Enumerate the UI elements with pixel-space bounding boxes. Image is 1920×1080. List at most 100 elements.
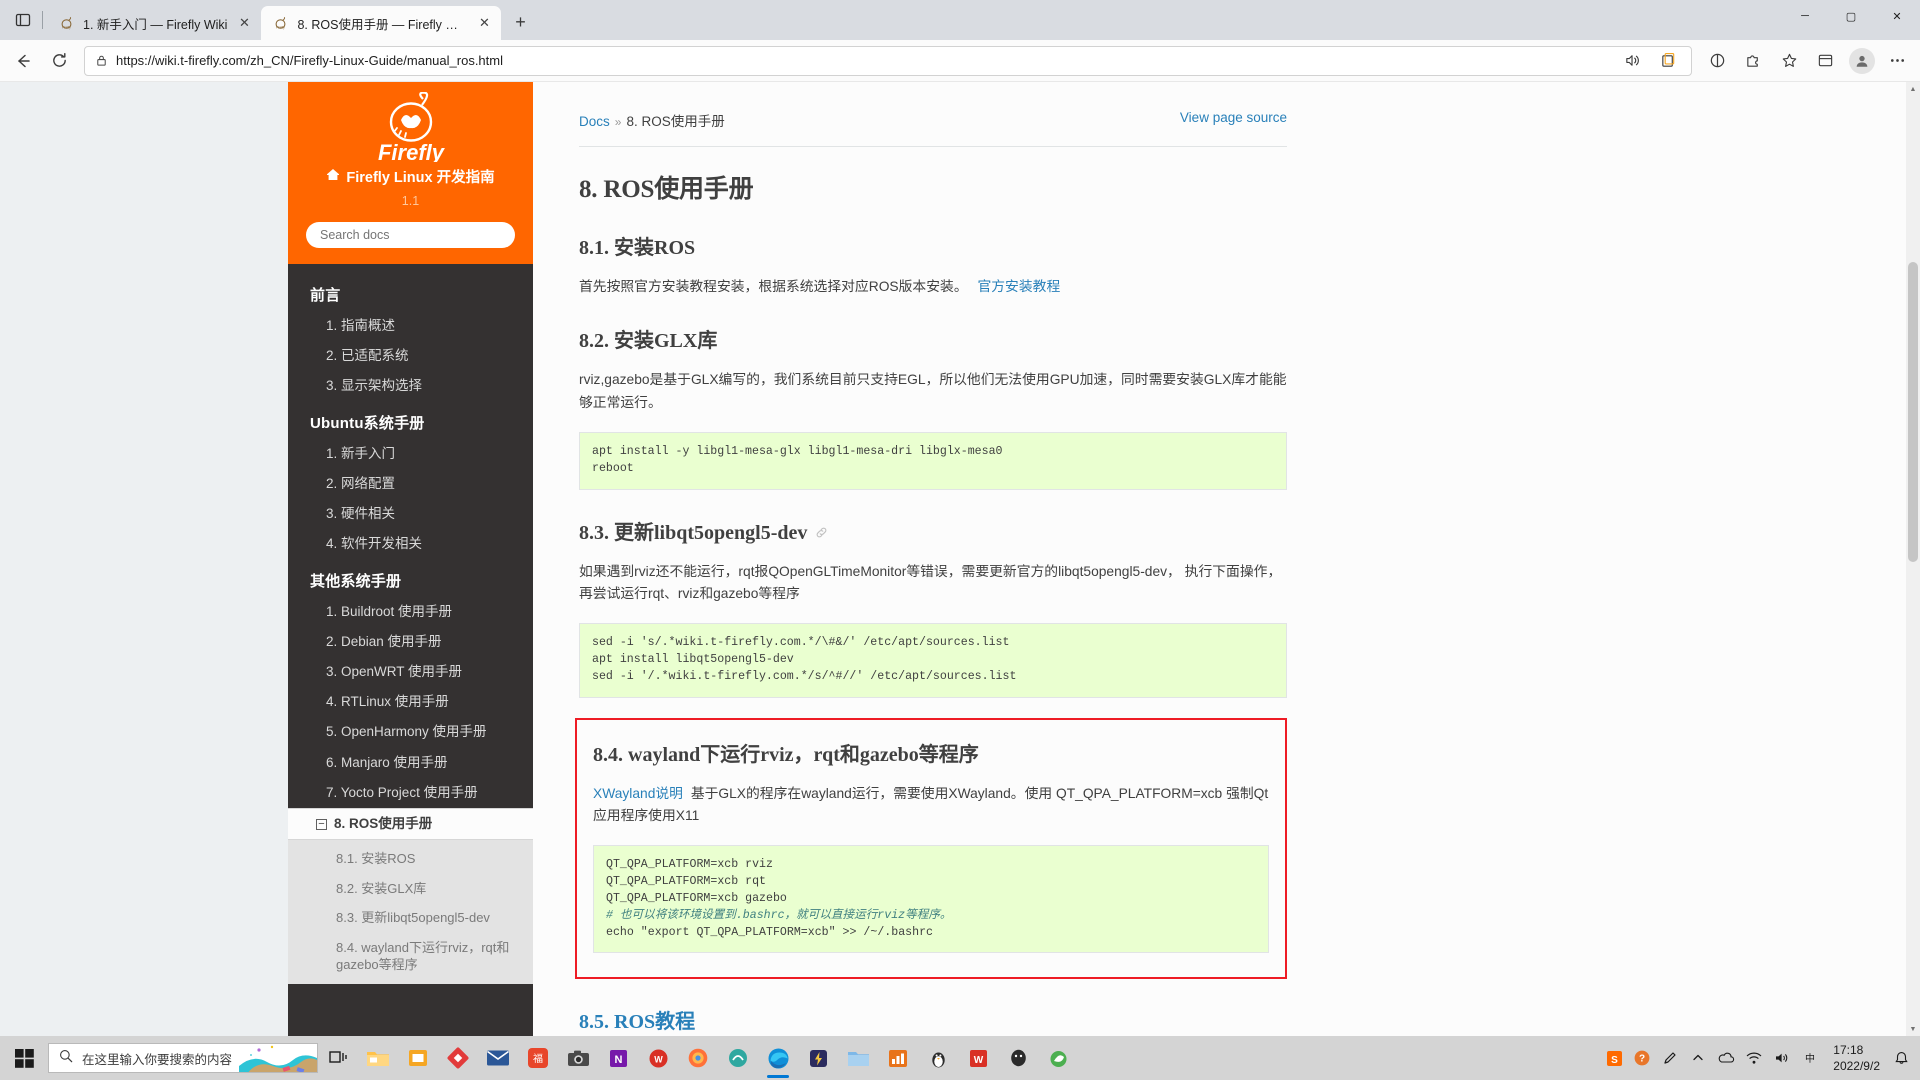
- scroll-down-arrow-icon[interactable]: ▼: [1906, 1022, 1920, 1036]
- add-to-collections-icon[interactable]: [1651, 45, 1685, 77]
- sidebar-item-supported-systems[interactable]: 2. 已适配系统: [288, 341, 533, 371]
- onenote-icon[interactable]: N: [598, 1036, 638, 1080]
- sidebar-item-ros-manual-label: 8. ROS使用手册: [334, 816, 433, 832]
- address-bar[interactable]: https://wiki.t-firefly.com/zh_CN/Firefly…: [84, 45, 1692, 77]
- sidebar-item-network-config[interactable]: 2. 网络配置: [288, 469, 533, 499]
- wps-office-icon[interactable]: W: [958, 1036, 998, 1080]
- mail-icon[interactable]: [478, 1036, 518, 1080]
- tab-actions-icon[interactable]: [6, 3, 40, 37]
- firefly-logo-icon[interactable]: Firefly: [288, 92, 533, 162]
- wps-icon[interactable]: W: [638, 1036, 678, 1080]
- svg-text:Firefly: Firefly: [377, 140, 445, 162]
- back-icon[interactable]: [6, 45, 40, 77]
- camera-icon[interactable]: [558, 1036, 598, 1080]
- code-block-libqt5-update[interactable]: sed -i 's/.*wiki.t-firefly.com.*/\#&/' /…: [579, 623, 1287, 698]
- sidebar-item-getting-started[interactable]: 1. 新手入门: [288, 439, 533, 469]
- reload-icon[interactable]: [42, 45, 76, 77]
- scroll-up-arrow-icon[interactable]: ▲: [1906, 82, 1920, 96]
- xwayland-doc-link[interactable]: XWayland说明: [593, 786, 683, 801]
- start-button[interactable]: [4, 1036, 44, 1080]
- qq-icon[interactable]: [998, 1036, 1038, 1080]
- onedrive-icon[interactable]: [1713, 1036, 1739, 1080]
- collections-icon[interactable]: [1808, 45, 1842, 77]
- svg-text:Firefly: Firefly: [62, 26, 71, 30]
- breadcrumb-current: 8. ROS使用手册: [626, 114, 725, 129]
- edge-browser-icon[interactable]: [758, 1036, 798, 1080]
- wechat-work-icon[interactable]: 福: [518, 1036, 558, 1080]
- browser-tab-1[interactable]: Firefly 1. 新手入门 — Firefly Wiki ✕: [47, 6, 261, 40]
- sidebar-item-rtlinux[interactable]: 4. RTLinux 使用手册: [288, 687, 533, 717]
- window-close-button[interactable]: ✕: [1874, 0, 1920, 32]
- sidebar-brand[interactable]: Firefly Linux 开发指南: [288, 166, 533, 187]
- window-minimize-button[interactable]: ─: [1782, 0, 1828, 32]
- volume-icon[interactable]: [1769, 1036, 1795, 1080]
- heading-8-5-link[interactable]: 8.5. ROS教程: [579, 1005, 695, 1034]
- search-docs-input[interactable]: [306, 222, 515, 248]
- show-hidden-icons-chevron[interactable]: [1685, 1036, 1711, 1080]
- new-tab-button[interactable]: +: [505, 7, 535, 37]
- app-green-leaf-icon[interactable]: [1038, 1036, 1078, 1080]
- highlighted-section-8-4: 8.4. wayland下运行rviz，rqt和gazebo等程序 XWayla…: [575, 717, 1287, 980]
- sidebar-subitem-install-glx[interactable]: 8.2. 安装GLX库: [288, 874, 533, 904]
- task-view-icon[interactable]: [318, 1036, 358, 1080]
- headerlink-icon[interactable]: [815, 526, 828, 544]
- sidebar-item-software-dev[interactable]: 4. 软件开发相关: [288, 529, 533, 559]
- sidebar-item-buildroot[interactable]: 1. Buildroot 使用手册: [288, 597, 533, 627]
- folder-blue-icon[interactable]: [838, 1036, 878, 1080]
- app-orange-chart-icon[interactable]: [878, 1036, 918, 1080]
- notification-center-icon[interactable]: [1890, 1036, 1912, 1080]
- app-lightning-icon[interactable]: [798, 1036, 838, 1080]
- code-block-glx-install[interactable]: apt install -y libgl1-mesa-glx libgl1-me…: [579, 432, 1287, 490]
- view-page-source-link[interactable]: View page source: [1180, 110, 1287, 125]
- sidebar-item-display-arch[interactable]: 3. 显示架构选择: [288, 371, 533, 401]
- code-line: echo "export QT_QPA_PLATFORM=xcb" >> /~/…: [606, 925, 933, 939]
- sidebar-item-openharmony[interactable]: 5. OpenHarmony 使用手册: [288, 717, 533, 747]
- tab-2-close-icon[interactable]: ✕: [475, 14, 493, 32]
- sidebar-item-hardware[interactable]: 3. 硬件相关: [288, 499, 533, 529]
- app-teal-icon[interactable]: [718, 1036, 758, 1080]
- tab-1-close-icon[interactable]: ✕: [235, 14, 253, 32]
- page-viewport: Firefly Firefly Linux 开发指南 1.1 前言 1. 指南概: [0, 82, 1920, 1036]
- collapse-toggle-icon[interactable]: −: [316, 819, 327, 831]
- sidebar-subitem-update-libqt5[interactable]: 8.3. 更新libqt5opengl5-dev: [288, 903, 533, 933]
- sogou-input-icon[interactable]: S: [1601, 1036, 1627, 1080]
- page-scrollbar[interactable]: ▲ ▼: [1906, 82, 1920, 1036]
- network-icon[interactable]: [1741, 1036, 1767, 1080]
- lock-icon: [91, 54, 108, 67]
- sidebar-item-ros-manual[interactable]: −8. ROS使用手册: [288, 808, 533, 841]
- sidebar-subnav: 8.1. 安装ROS 8.2. 安装GLX库 8.3. 更新libqt5open…: [288, 840, 533, 985]
- browser-tab-2[interactable]: Firefly 8. ROS使用手册 — Firefly Wiki ✕: [261, 6, 502, 40]
- input-method-icon[interactable]: 中: [1797, 1036, 1823, 1080]
- profile-button[interactable]: [1844, 45, 1878, 77]
- sidebar-subitem-wayland-rviz[interactable]: 8.4. wayland下运行rviz，rqt和gazebo等程序: [288, 933, 533, 980]
- sidebar-item-openwrt[interactable]: 3. OpenWRT 使用手册: [288, 657, 533, 687]
- sidebar-subitem-install-ros[interactable]: 8.1. 安装ROS: [288, 844, 533, 874]
- favorites-icon[interactable]: [1772, 45, 1806, 77]
- scrollbar-thumb[interactable]: [1908, 262, 1918, 562]
- windows-store-icon[interactable]: [398, 1036, 438, 1080]
- sidebar-item-yocto[interactable]: 7. Yocto Project 使用手册: [288, 778, 533, 808]
- clock-date: 2022/9/2: [1833, 1059, 1880, 1073]
- sidebar-item-debian[interactable]: 2. Debian 使用手册: [288, 627, 533, 657]
- breadcrumb-home-link[interactable]: Docs: [579, 114, 610, 129]
- settings-and-more-icon[interactable]: [1880, 45, 1914, 77]
- read-aloud-icon[interactable]: [1615, 45, 1649, 77]
- pen-tray-icon[interactable]: [1657, 1036, 1683, 1080]
- penguin-icon[interactable]: [918, 1036, 958, 1080]
- taskbar-clock[interactable]: 17:18 2022/9/2: [1825, 1042, 1888, 1074]
- help-circle-icon[interactable]: ?: [1629, 1036, 1655, 1080]
- window-maximize-button[interactable]: ▢: [1828, 0, 1874, 32]
- firefox-icon[interactable]: [678, 1036, 718, 1080]
- extensions-icon[interactable]: [1736, 45, 1770, 77]
- official-install-tutorial-link[interactable]: 官方安装教程: [977, 279, 1060, 294]
- sidebar-item-guide-overview[interactable]: 1. 指南概述: [288, 311, 533, 341]
- app-red-diamond-icon[interactable]: [438, 1036, 478, 1080]
- split-screen-icon[interactable]: [1700, 45, 1734, 77]
- taskbar-search-box[interactable]: 在这里输入你要搜索的内容: [48, 1043, 318, 1073]
- code-block-wayland-xcb[interactable]: QT_QPA_PLATFORM=xcb rviz QT_QPA_PLATFORM…: [593, 845, 1269, 954]
- sidebar-item-manjaro[interactable]: 6. Manjaro 使用手册: [288, 748, 533, 778]
- svg-text:Firefly: Firefly: [276, 26, 285, 30]
- sidebar-version: 1.1: [401, 194, 420, 208]
- file-explorer-icon[interactable]: [358, 1036, 398, 1080]
- taskbar-search-placeholder: 在这里输入你要搜索的内容: [82, 1052, 233, 1067]
